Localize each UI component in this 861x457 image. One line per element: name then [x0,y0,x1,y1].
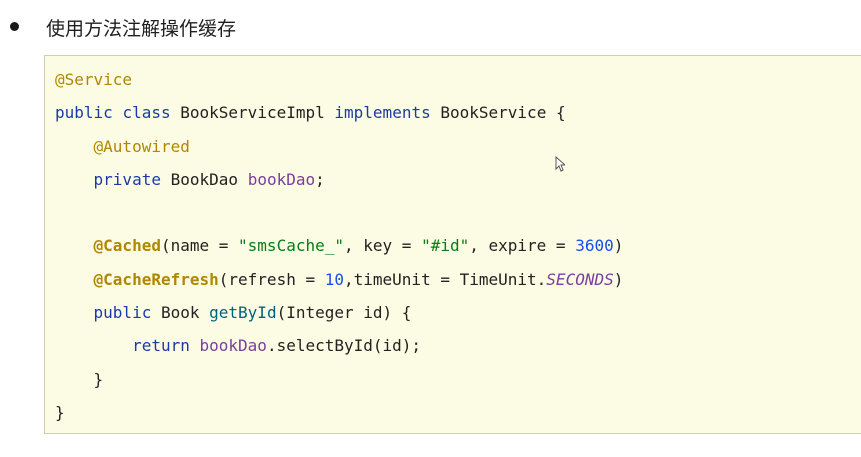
annotation: @Autowired [93,136,190,156]
code-text: (Integer id) { [276,303,412,323]
code-line-7: @CacheRefresh(refresh = 10,timeUnit = Ti… [55,267,624,300]
number-literal: 3600 [575,236,614,256]
keyword: class [122,103,171,123]
code-text: .selectById(id); [266,336,422,356]
code-text: , expire = [469,236,576,256]
code-line-3: @Autowired [55,134,623,167]
method-name: getById [209,303,277,323]
type-name: BookDao [170,169,239,189]
keyword: public [55,103,113,123]
code-line-11: } [55,400,623,433]
code-text: ,timeUnit = TimeUnit. [344,269,547,289]
keyword: public [93,303,152,323]
code-line-6: @Cached(name = "smsCache_", key = "#id",… [55,233,624,266]
brace: } [93,369,104,389]
code-text: , key = [344,236,422,256]
brace: } [55,402,65,422]
code-text: ) [613,236,624,256]
annotation: @Cached [93,236,161,256]
code-text: (refresh = [218,269,325,289]
keyword: return [132,336,190,356]
keyword: private [93,169,161,189]
code-line-1: @Service [55,67,623,100]
code-line-8: public Book getById(Integer id) { [55,300,623,333]
keyword: implements [334,103,431,123]
type-name: Book [160,303,200,323]
annotation: @Service [55,70,133,89]
brace: { [555,103,566,123]
annotation: @CacheRefresh [93,269,219,289]
interface-name: BookService [440,103,547,123]
bullet-dot-icon [10,22,19,31]
string-literal: "#id" [421,236,470,256]
number-literal: 10 [324,269,344,289]
string-literal: "smsCache_" [238,236,344,256]
code-line-2: public class BookServiceImpl implements … [55,100,623,133]
field-name: bookDao [247,169,316,189]
semicolon: ; [315,169,325,189]
code-block: @Service public class BookServiceImpl im… [44,55,861,434]
code-line-4: private BookDao bookDao; [55,167,623,200]
code-line-9: return bookDao.selectById(id); [55,333,623,366]
code-text: (name = [160,236,239,256]
code-text: ) [613,269,624,289]
mouse-cursor-icon [555,156,565,172]
code-text: @Service public class BookServiceImpl im… [55,67,623,433]
class-name: BookServiceImpl [180,103,325,123]
code-line-10: } [55,367,623,400]
section-heading: 使用方法注解操作缓存 [46,18,237,40]
field-name: bookDao [199,336,267,356]
static-field: SECONDS [546,269,614,289]
